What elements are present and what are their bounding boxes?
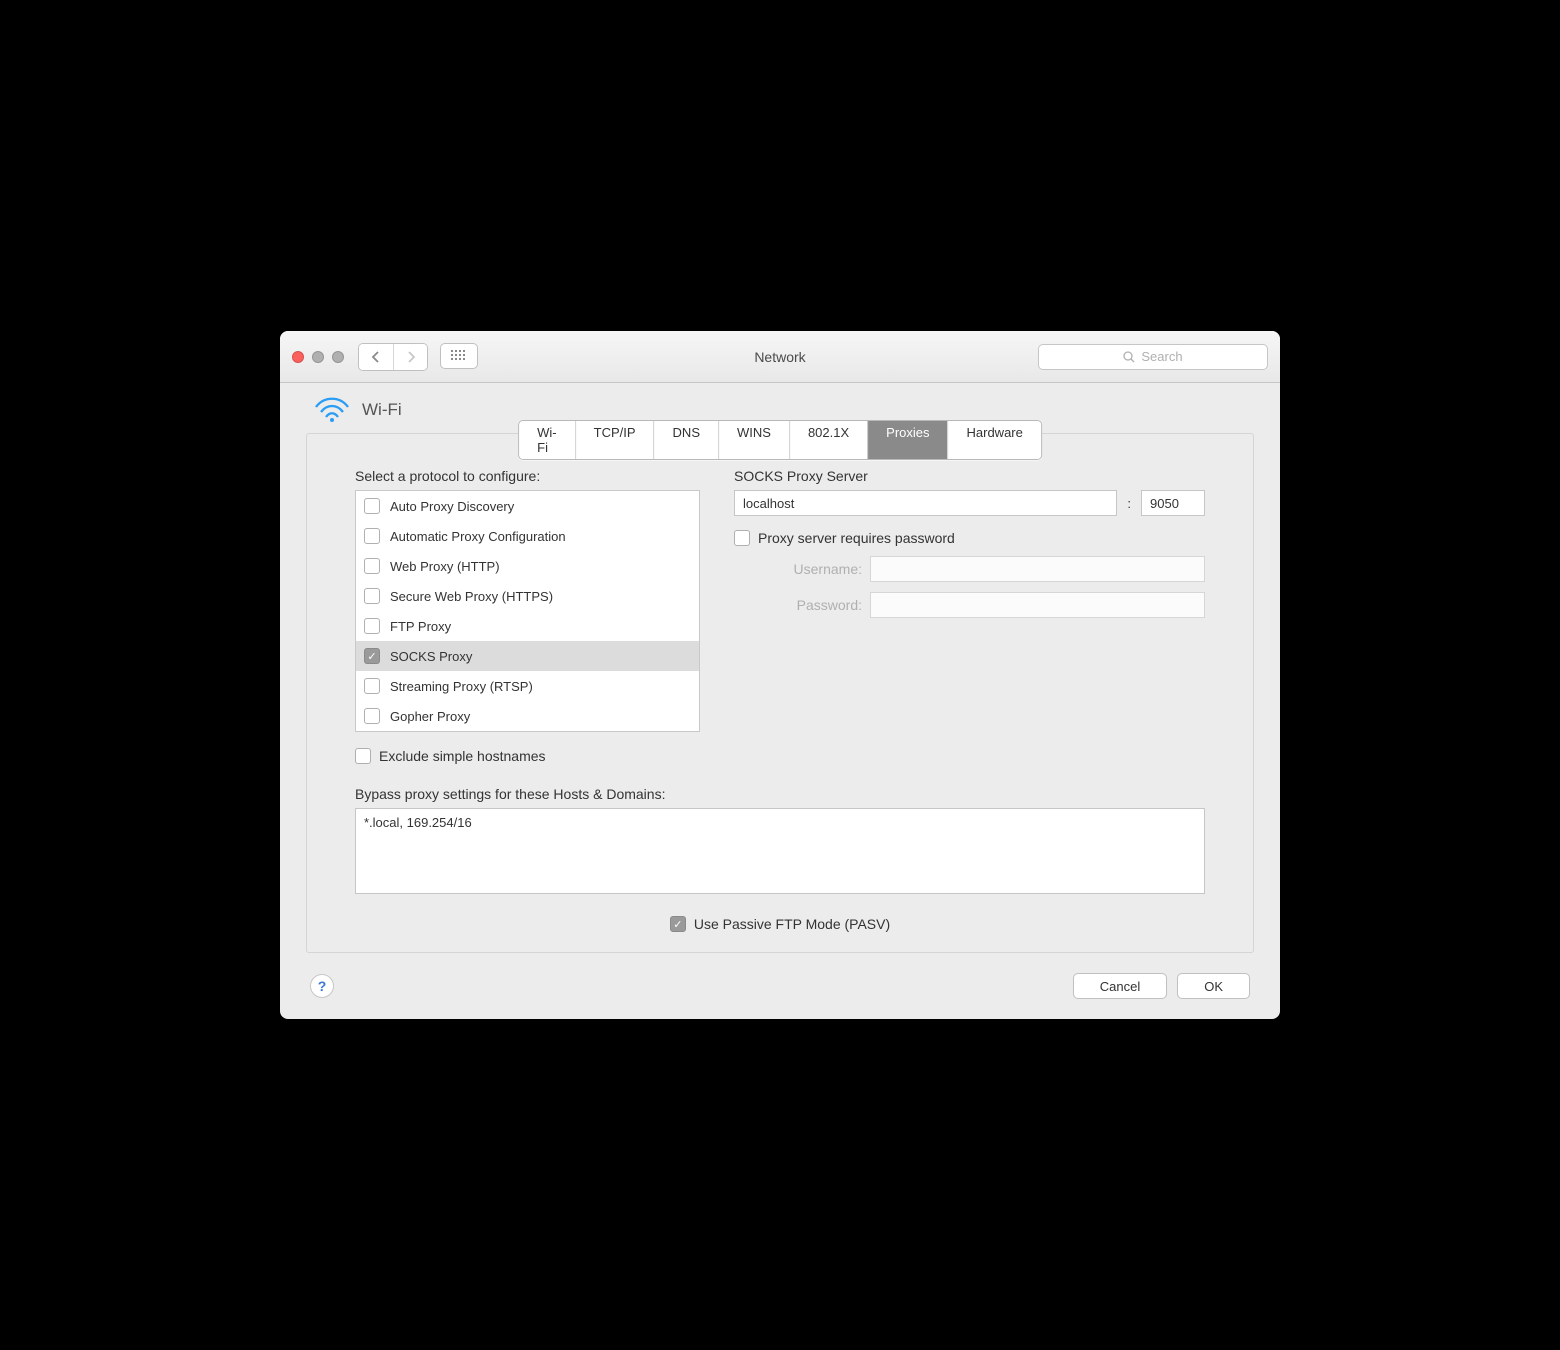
protocol-checkbox[interactable]: ✓ [364,648,380,664]
protocol-label: Gopher Proxy [390,709,470,724]
help-button[interactable]: ? [310,974,334,998]
bypass-label: Bypass proxy settings for these Hosts & … [355,786,1205,802]
exclude-hostnames-row: Exclude simple hostnames [355,748,700,764]
protocol-checkbox[interactable] [364,588,380,604]
proxy-host-input[interactable]: localhost [734,490,1117,516]
exclude-hostnames-checkbox[interactable] [355,748,371,764]
search-icon [1123,351,1135,363]
bypass-textarea[interactable]: *.local, 169.254/16 [355,808,1205,894]
protocol-item[interactable]: Secure Web Proxy (HTTPS) [356,581,699,611]
tab-bar: Wi-Fi TCP/IP DNS WINS 802.1X Proxies Har… [518,420,1042,460]
protocol-heading: Select a protocol to configure: [355,468,700,484]
tab-wins[interactable]: WINS [718,421,789,459]
show-all-button[interactable] [440,343,478,369]
protocol-label: SOCKS Proxy [390,649,472,664]
close-window-button[interactable] [292,351,304,363]
minimize-window-button[interactable] [312,351,324,363]
protocol-label: FTP Proxy [390,619,451,634]
grid-icon [451,350,467,362]
exclude-hostnames-label: Exclude simple hostnames [379,748,546,764]
tab-tcpip[interactable]: TCP/IP [575,421,654,459]
requires-password-checkbox[interactable] [734,530,750,546]
protocol-item[interactable]: Streaming Proxy (RTSP) [356,671,699,701]
settings-panel: Wi-Fi TCP/IP DNS WINS 802.1X Proxies Har… [306,433,1254,953]
chevron-left-icon [371,351,381,363]
nav-buttons [358,343,478,371]
pasv-label: Use Passive FTP Mode (PASV) [694,916,890,932]
tab-proxies[interactable]: Proxies [867,421,947,459]
protocol-label: Secure Web Proxy (HTTPS) [390,589,553,604]
protocol-label: Web Proxy (HTTP) [390,559,500,574]
interface-name: Wi-Fi [362,400,402,420]
traffic-lights [292,351,344,363]
pasv-checkbox[interactable]: ✓ [670,916,686,932]
host-port-separator: : [1125,496,1133,511]
wifi-icon [314,397,350,423]
protocol-checkbox[interactable] [364,528,380,544]
protocol-label: Streaming Proxy (RTSP) [390,679,533,694]
tab-hardware[interactable]: Hardware [948,421,1041,459]
protocol-checkbox[interactable] [364,498,380,514]
cancel-button[interactable]: Cancel [1073,973,1167,999]
protocol-checkbox[interactable] [364,708,380,724]
protocol-item[interactable]: Web Proxy (HTTP) [356,551,699,581]
footer: ? Cancel OK [280,973,1280,1019]
ok-button[interactable]: OK [1177,973,1250,999]
requires-password-label: Proxy server requires password [758,530,955,546]
protocol-item[interactable]: FTP Proxy [356,611,699,641]
protocol-label: Automatic Proxy Configuration [390,529,566,544]
protocol-checkbox[interactable] [364,678,380,694]
protocol-item[interactable]: Gopher Proxy [356,701,699,731]
back-button[interactable] [359,344,393,370]
requires-password-row: Proxy server requires password [734,530,1205,546]
protocol-checkbox[interactable] [364,618,380,634]
password-input[interactable] [870,592,1205,618]
protocol-list[interactable]: Auto Proxy Discovery Automatic Proxy Con… [355,490,700,732]
password-label: Password: [734,597,862,613]
tab-wifi[interactable]: Wi-Fi [519,421,575,459]
search-placeholder: Search [1141,349,1182,364]
search-field[interactable]: Search [1038,344,1268,370]
protocol-label: Auto Proxy Discovery [390,499,514,514]
question-icon: ? [318,978,327,994]
chevron-right-icon [406,351,416,363]
preferences-window: Network Search Wi-Fi Wi-Fi TCP/IP DNS WI… [280,331,1280,1019]
forward-button[interactable] [393,344,427,370]
server-heading: SOCKS Proxy Server [734,468,1205,484]
zoom-window-button[interactable] [332,351,344,363]
titlebar: Network Search [280,331,1280,383]
pasv-row: ✓ Use Passive FTP Mode (PASV) [355,916,1205,932]
protocol-item[interactable]: Auto Proxy Discovery [356,491,699,521]
protocol-item[interactable]: Automatic Proxy Configuration [356,521,699,551]
proxy-port-input[interactable]: 9050 [1141,490,1205,516]
tab-dns[interactable]: DNS [654,421,718,459]
protocol-checkbox[interactable] [364,558,380,574]
username-label: Username: [734,561,862,577]
tab-8021x[interactable]: 802.1X [789,421,867,459]
protocol-item[interactable]: ✓ SOCKS Proxy [356,641,699,671]
username-input[interactable] [870,556,1205,582]
